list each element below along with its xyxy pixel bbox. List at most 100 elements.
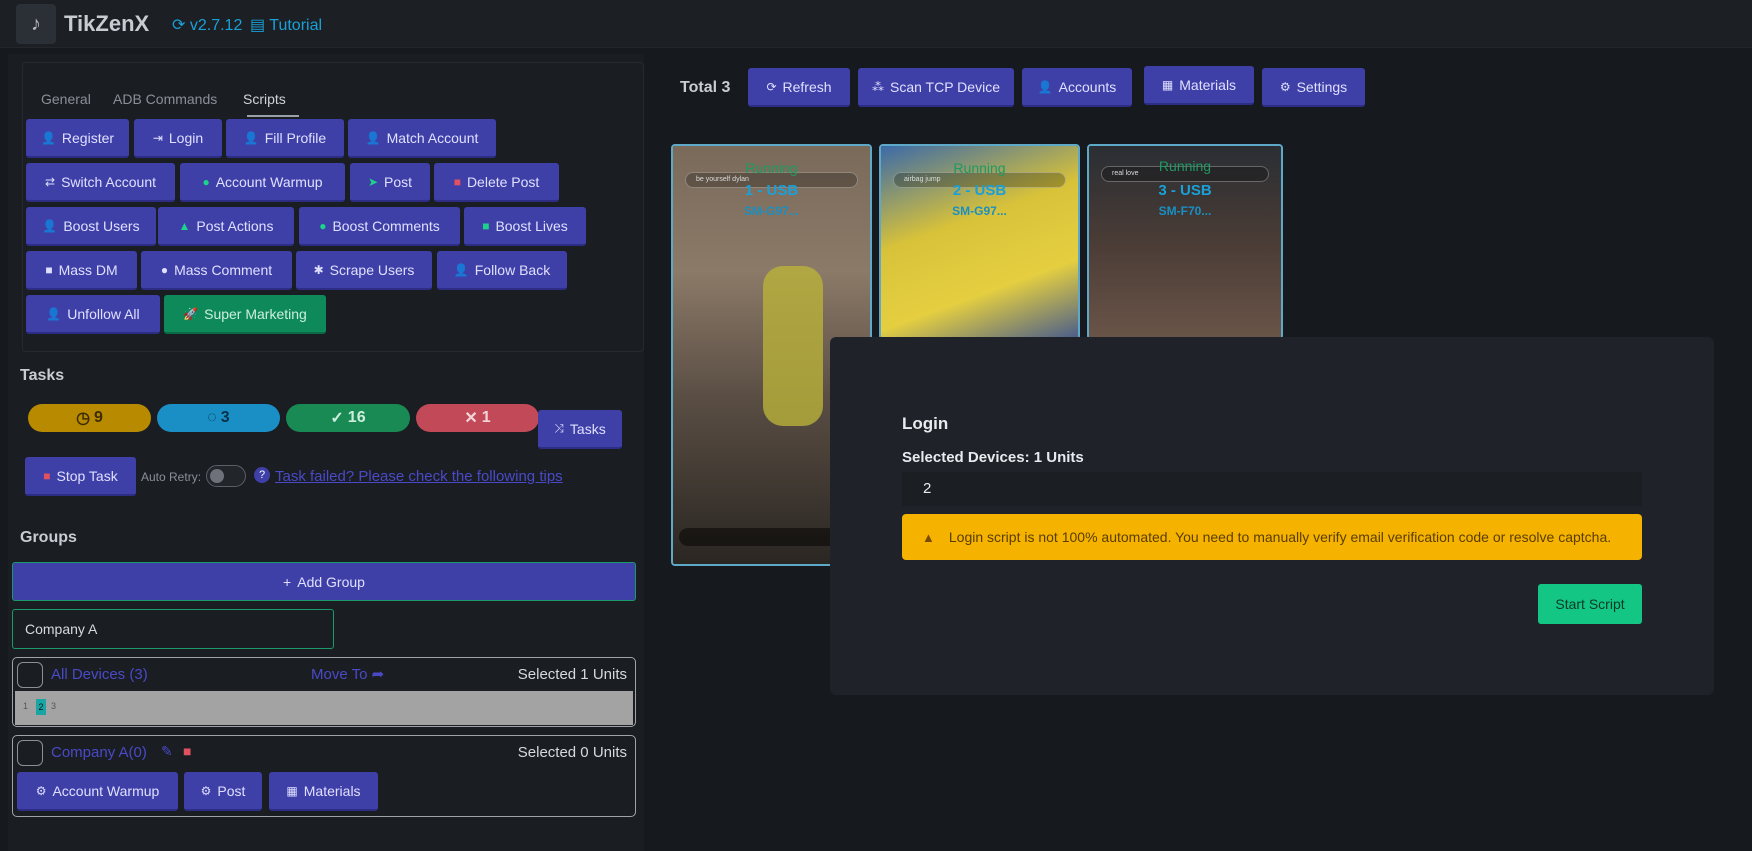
account-warmup-button[interactable]: ● Account Warmup [180,163,345,202]
settings-button[interactable]: ⚙ Settings [1262,68,1365,107]
scrape-users-label: Scrape Users [329,261,415,278]
tasks-button[interactable]: ⤨ Tasks [538,410,622,449]
rocket-icon: 🚀 [183,306,199,321]
running-tasks-badge[interactable]: ◌ 3 [157,404,280,432]
post-actions-button[interactable]: ▲ Post Actions [158,207,294,246]
boost-lives-button[interactable]: ■ Boost Lives [464,207,586,246]
device-chip-2[interactable]: 2 [36,699,46,715]
company-name-label[interactable]: Company A(0) [51,744,147,761]
boost-users-button[interactable]: 👤 Boost Users [26,207,156,246]
stop-task-button[interactable]: ■ Stop Task [25,457,136,496]
scan-tcp-button[interactable]: ⁂ Scan TCP Device [858,68,1014,107]
group-post-button[interactable]: ⚙ Post [184,772,262,811]
boost-comments-button[interactable]: ● Boost Comments [299,207,460,246]
register-button[interactable]: 👤 Register [26,119,129,158]
tasks-button-label: Tasks [569,420,606,437]
all-devices-label[interactable]: All Devices (3) [51,666,148,683]
device-chip-1[interactable]: 1 [23,701,28,711]
follow-back-button[interactable]: 👤 Follow Back [437,251,567,290]
post-actions-label: Post Actions [196,217,274,234]
group-name-input[interactable]: Company A [12,609,334,649]
tab-adb-commands[interactable]: ADB Commands [113,91,217,107]
modal-title: Login [902,414,949,433]
delete-group-icon[interactable]: ■ [183,743,191,759]
all-selected-count: Selected 1 Units [517,666,627,683]
switch-account-button[interactable]: ⇄ Switch Account [26,163,175,202]
groups-title: Groups [20,529,77,546]
login-icon: ⇥ [152,130,163,145]
mass-dm-button[interactable]: ■ Mass DM [26,251,137,290]
login-button[interactable]: ⇥ Login [134,119,222,158]
boost-comments-label: Boost Comments [332,217,440,234]
comment-icon: ● [319,218,327,233]
auto-retry-toggle[interactable] [206,465,246,487]
super-marketing-button[interactable]: 🚀 Super Marketing [164,295,326,334]
clock-icon: ◷ [76,410,91,427]
tab-general[interactable]: General [41,91,91,107]
match-account-label: Match Account [386,129,479,146]
fill-profile-button[interactable]: 👤 Fill Profile [226,119,344,158]
tasks-title: Tasks [20,367,65,384]
auto-retry-label: Auto Retry: [141,470,202,484]
company-group: Company A(0) ✎ ■ Selected 0 Units ⚙ Accou… [12,735,636,817]
boost-lives-label: Boost Lives [495,217,568,234]
device-screen-2[interactable]: airbag jump Running 2 - USB SM-G97... [879,144,1080,340]
device-chip-3[interactable]: 3 [51,701,56,711]
refresh-button[interactable]: ⟳ Refresh [748,68,850,107]
left-panel: General ADB Commands Scripts 👤 Register ⇥… [8,54,644,851]
switch-account-label: Switch Account [61,173,156,190]
unfollow-all-button[interactable]: 👤 Unfollow All [26,295,160,334]
match-account-button[interactable]: 👤 Match Account [348,119,496,158]
device-count-input[interactable]: 2 [902,472,1642,506]
version-label: v2.7.12 [189,17,243,34]
user-check-icon: 👤 [365,130,381,145]
tutorial-link[interactable]: ▤ Tutorial [250,15,322,35]
group-materials-label: Materials [303,782,361,799]
stop-icon: ■ [43,468,51,483]
pending-count: 9 [94,409,103,426]
start-script-button[interactable]: Start Script [1538,584,1642,624]
mass-comment-label: Mass Comment [174,261,273,278]
send-icon: ➤ [367,174,379,189]
scan-tcp-label: Scan TCP Device [890,78,1000,95]
accounts-button[interactable]: 👤 Accounts [1022,68,1132,107]
group-warmup-button[interactable]: ⚙ Account Warmup [17,772,178,811]
mass-dm-label: Mass DM [58,261,118,278]
tab-scripts[interactable]: Scripts [243,91,286,107]
mass-comment-button[interactable]: ● Mass Comment [141,251,292,290]
pending-tasks-badge[interactable]: ◷ 9 [28,404,151,432]
boost-users-label: Boost Users [63,217,140,234]
comment-bar [679,528,839,546]
super-marketing-label: Super Marketing [204,305,307,322]
stop-task-label: Stop Task [56,467,118,484]
done-tasks-badge[interactable]: ✓ 16 [286,404,410,432]
group-materials-button[interactable]: ▦ Materials [269,772,378,811]
scrape-users-button[interactable]: ✱ Scrape Users [296,251,432,290]
materials-button[interactable]: ▦ Materials [1144,66,1254,105]
share-arrow-icon: ➦ [371,666,385,683]
device-status: Running [745,160,798,176]
login-label: Login [168,129,204,146]
post-button[interactable]: ➤ Post [350,163,430,202]
tips-link[interactable]: Task failed? Please check the following … [275,468,563,485]
materials-label: Materials [1179,76,1237,93]
device-screen-3[interactable]: real love Running 3 - USB SM-F70... [1087,144,1283,340]
all-devices-checkbox[interactable] [17,662,43,688]
delete-post-button[interactable]: ■ Delete Post [434,163,559,202]
user-icon: 👤 [1037,79,1053,94]
user-icon: 👤 [40,130,56,145]
move-to-link[interactable]: Move To ➦ [311,665,384,683]
thumbs-up-icon: ▲ [178,218,191,233]
accounts-label: Accounts [1058,78,1117,95]
toggle-knob [210,469,224,483]
edit-icon[interactable]: ✎ [161,743,173,760]
company-checkbox[interactable] [17,740,43,766]
chat-icon: ● [202,174,210,189]
swap-icon: ⇄ [45,174,56,189]
version-link[interactable]: ⟳ v2.7.12 [172,15,242,35]
add-group-button[interactable]: + Add Group [12,562,636,601]
group-post-label: Post [217,782,246,799]
failed-tasks-badge[interactable]: ✕ 1 [416,404,539,432]
gear-icon: ⚙ [35,783,47,798]
message-icon: ■ [45,262,53,277]
